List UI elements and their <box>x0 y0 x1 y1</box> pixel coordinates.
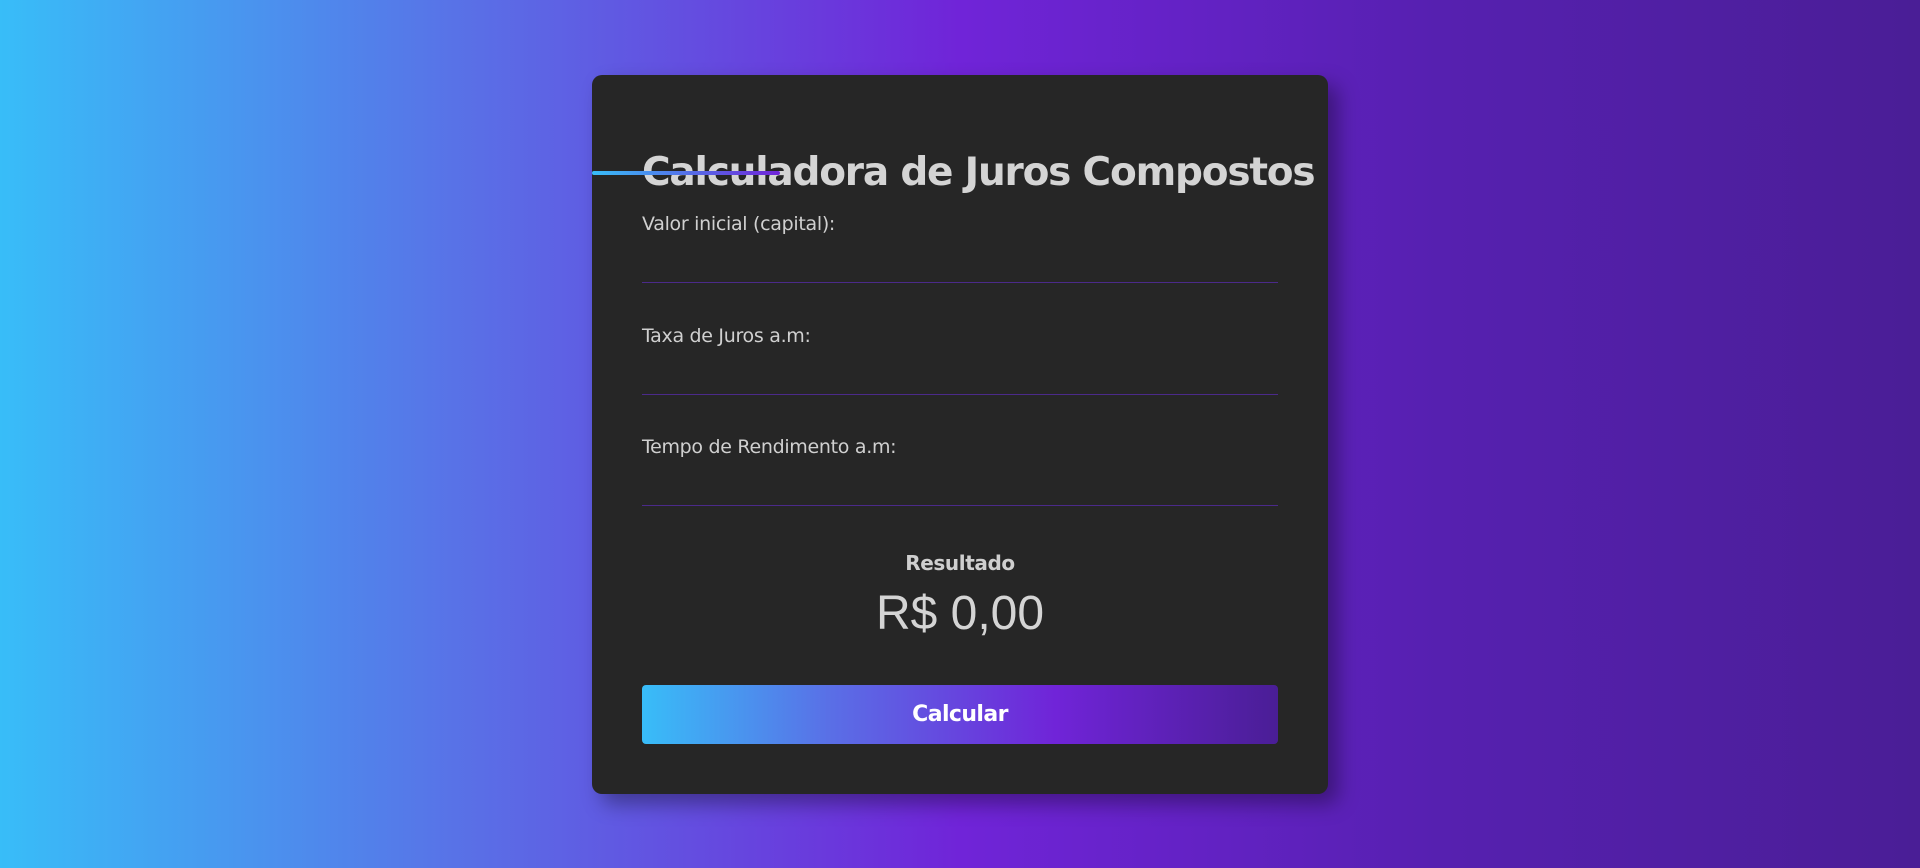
field-interest-rate: Taxa de Juros a.m: <box>642 325 1278 395</box>
title-container: Calculadora de Juros Compostos <box>642 127 1316 192</box>
result-label: Resultado <box>905 551 1015 575</box>
interest-rate-label: Taxa de Juros a.m: <box>642 325 811 347</box>
initial-capital-input[interactable] <box>642 253 1278 283</box>
interest-rate-input[interactable] <box>642 365 1278 395</box>
calculate-button[interactable]: Calcular <box>642 685 1278 744</box>
title-underline <box>592 171 780 175</box>
investment-time-input[interactable] <box>642 476 1278 506</box>
calculator-card: Calculadora de Juros Compostos Valor ini… <box>592 75 1328 794</box>
field-initial-capital: Valor inicial (capital): <box>642 213 1278 283</box>
field-investment-time: Tempo de Rendimento a.m: <box>642 436 1278 506</box>
initial-capital-label: Valor inicial (capital): <box>642 213 836 235</box>
result-value: R$ 0,00 <box>875 587 1045 640</box>
investment-time-label: Tempo de Rendimento a.m: <box>642 436 897 458</box>
